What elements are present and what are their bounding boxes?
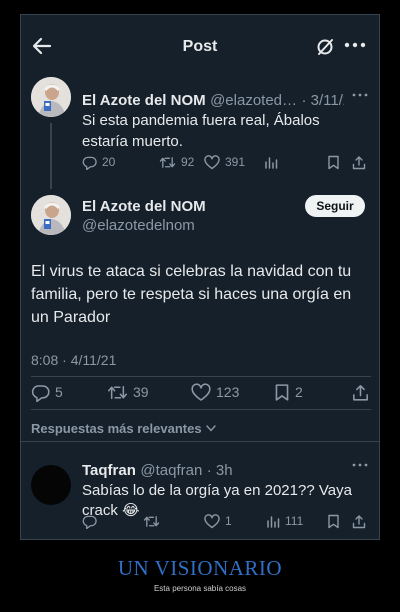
- share-button[interactable]: [352, 152, 366, 172]
- reply-count: 5: [55, 384, 63, 400]
- caption-title: UN VISIONARIO: [117, 556, 283, 580]
- retweet-button[interactable]: 92: [159, 152, 194, 172]
- share-button[interactable]: [352, 511, 366, 531]
- caption-subtitle: Esta persona sabía cosas: [153, 584, 247, 593]
- views-icon: [265, 157, 278, 169]
- tweet-date: · 3h: [206, 462, 233, 479]
- reply-button[interactable]: [82, 511, 97, 531]
- heart-icon: [204, 513, 220, 528]
- like-count: 391: [225, 155, 246, 169]
- tweet-author-line: Taqfran @taqfran · 3h: [82, 462, 233, 480]
- heart-icon: [204, 154, 220, 169]
- retweet-button[interactable]: [143, 511, 160, 531]
- views-icon: [267, 516, 280, 528]
- post-header: Post: [21, 15, 379, 79]
- avatar[interactable]: [31, 77, 71, 117]
- tweet-text: Si esta pandemia fuera real, Ábalos esta…: [82, 112, 320, 150]
- follow-button[interactable]: Seguir: [305, 195, 365, 217]
- author-name[interactable]: Taqfran: [82, 462, 136, 479]
- bookmark-icon: [275, 383, 289, 401]
- views-button[interactable]: [264, 152, 278, 172]
- tweet-actions: 5 39 123 2: [21, 380, 379, 404]
- reply-icon: [31, 384, 50, 402]
- like-button[interactable]: 391: [204, 152, 245, 172]
- author-name[interactable]: El Azote del NOM: [82, 198, 206, 215]
- avatar[interactable]: [31, 465, 71, 505]
- bookmark-icon: [328, 514, 339, 528]
- retweet-button[interactable]: 39: [107, 380, 149, 404]
- author-name[interactable]: El Azote del NOM: [82, 92, 206, 109]
- more-icon[interactable]: [352, 91, 368, 99]
- replies-sort-dropdown[interactable]: Respuestas más relevantes: [31, 421, 216, 436]
- reply-icon: [82, 156, 97, 170]
- like-count: 1: [225, 514, 232, 528]
- chevron-down-icon: [205, 425, 216, 432]
- views-button[interactable]: 111: [266, 511, 303, 531]
- divider: [31, 376, 371, 377]
- like-button[interactable]: 1: [204, 511, 232, 531]
- like-button[interactable]: 123: [191, 380, 239, 404]
- divider: [21, 441, 379, 442]
- more-icon[interactable]: [352, 461, 368, 469]
- more-icon[interactable]: [344, 37, 366, 53]
- tweet-timestamp[interactable]: 8:08 · 4/11/21: [31, 352, 116, 368]
- tweet-actions: 20 92 391: [21, 152, 379, 172]
- tweet-date: · 3/11/21: [301, 92, 344, 109]
- bookmark-count: 2: [295, 384, 303, 400]
- share-icon: [353, 384, 368, 401]
- bookmark-button[interactable]: [327, 511, 340, 531]
- bookmark-icon: [328, 155, 339, 169]
- bookmark-button[interactable]: 2: [274, 380, 303, 404]
- replies-sort-label: Respuestas más relevantes: [31, 421, 202, 436]
- divider: [31, 409, 371, 410]
- share-icon: [352, 514, 366, 528]
- reply-button[interactable]: 20: [82, 152, 115, 172]
- reply-button[interactable]: 5: [31, 380, 63, 404]
- author-handle[interactable]: @elazoted…: [210, 92, 297, 109]
- tweet-text: El virus te ataca si celebras la navidad…: [31, 263, 352, 326]
- tweet-author-line: El Azote del NOM @elazoted… · 3/11/21: [82, 92, 344, 110]
- share-button[interactable]: [352, 380, 369, 404]
- retweet-count: 39: [133, 384, 149, 400]
- avatar[interactable]: [31, 195, 71, 235]
- grok-icon[interactable]: [315, 37, 335, 57]
- tweet-actions: 1 111: [21, 511, 379, 531]
- reply-count: 20: [102, 155, 116, 169]
- retweet-count: 92: [181, 155, 195, 169]
- retweet-icon: [159, 156, 176, 168]
- heart-icon: [191, 382, 211, 401]
- post-screenshot-frame: Post El Azote del NOM @elazoted… · 3/11/…: [20, 14, 380, 540]
- retweet-icon: [107, 385, 128, 399]
- retweet-icon: [143, 515, 160, 527]
- like-count: 123: [216, 384, 240, 400]
- author-handle[interactable]: @elazotedelnom: [82, 217, 195, 234]
- bookmark-button[interactable]: [327, 152, 340, 172]
- views-count: 111: [285, 514, 304, 528]
- author-handle[interactable]: @taqfran: [140, 462, 202, 479]
- share-icon: [352, 155, 366, 169]
- reply-icon: [82, 515, 97, 529]
